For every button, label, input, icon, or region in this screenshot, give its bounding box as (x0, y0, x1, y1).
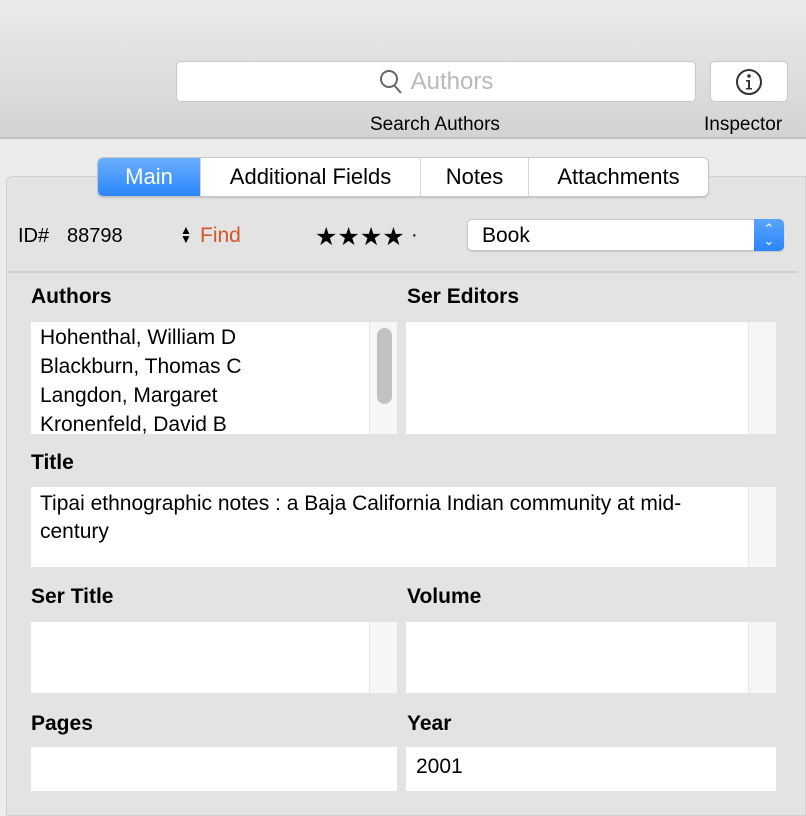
tab-bar: Main Additional Fields Notes Attachments (97, 157, 709, 197)
ser-title-label: Ser Title (31, 585, 114, 608)
list-item[interactable]: Blackburn, Thomas C (40, 352, 397, 381)
scrollbar[interactable] (748, 322, 776, 434)
inspector-button[interactable] (710, 61, 788, 102)
ser-title-field[interactable] (31, 622, 397, 693)
title-value: Tipai ethnographic notes : a Baja Califo… (40, 492, 682, 543)
scrollbar[interactable] (369, 322, 397, 434)
pages-field[interactable] (31, 747, 397, 791)
search-placeholder: Authors (410, 67, 494, 95)
pages-label: Pages (31, 712, 93, 735)
search-icon (379, 69, 402, 94)
title-field[interactable]: Tipai ethnographic notes : a Baja Califo… (31, 487, 776, 567)
authors-list[interactable]: Hohenthal, William D Blackburn, Thomas C… (31, 322, 397, 434)
search-field[interactable]: Authors (176, 61, 696, 102)
volume-label: Volume (407, 585, 482, 608)
divider (8, 271, 798, 273)
title-label: Title (31, 451, 74, 474)
rating-stars[interactable]: ★★★★ (315, 222, 405, 252)
scrollbar[interactable] (369, 622, 397, 693)
inspector-label: Inspector (704, 114, 783, 135)
ser-editors-field[interactable] (406, 322, 776, 434)
tab-attachments[interactable]: Attachments (528, 158, 708, 196)
type-value: Book (482, 224, 530, 247)
tab-main[interactable]: Main (98, 158, 200, 196)
rating-dot[interactable]: · (411, 224, 418, 247)
scrollbar[interactable] (748, 487, 776, 567)
info-icon (736, 68, 762, 95)
volume-field[interactable] (406, 622, 776, 693)
authors-label: Authors (31, 285, 112, 308)
id-label: ID# (18, 225, 50, 247)
tab-additional-fields[interactable]: Additional Fields (200, 158, 420, 196)
find-link[interactable]: Find (200, 224, 241, 248)
chevron-updown-icon: ⌃ ⌄ (754, 219, 784, 251)
search-label: Search Authors (370, 114, 500, 135)
list-item[interactable]: Hohenthal, William D (40, 323, 397, 352)
list-item[interactable]: Kronenfeld, David B (40, 410, 397, 434)
scrollbar[interactable] (748, 622, 776, 693)
scrollbar-thumb[interactable] (377, 328, 392, 404)
ser-editors-label: Ser Editors (407, 285, 520, 308)
year-label: Year (407, 712, 452, 735)
record-id: 88798 (67, 225, 123, 247)
type-select[interactable]: Book ⌃ ⌄ (467, 219, 784, 251)
tab-notes[interactable]: Notes (420, 158, 528, 196)
list-item[interactable]: Langdon, Margaret (40, 381, 397, 410)
sort-arrows-icon[interactable]: ▲ ▼ (180, 224, 192, 245)
year-field[interactable]: 2001 (406, 747, 776, 791)
